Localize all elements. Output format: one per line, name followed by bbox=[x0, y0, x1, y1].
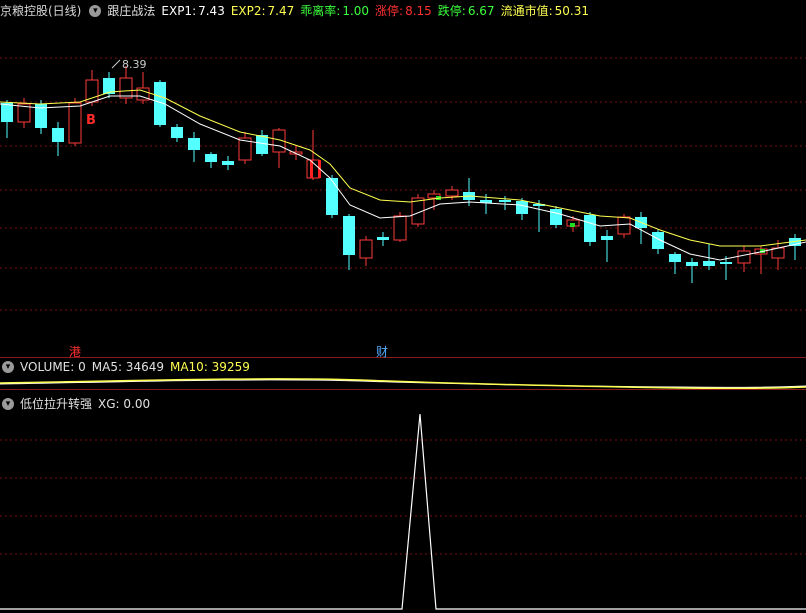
candle[interactable] bbox=[136, 72, 150, 104]
candle-body bbox=[550, 209, 562, 225]
candle-body bbox=[669, 254, 681, 262]
candle-body bbox=[205, 154, 217, 162]
candle-body bbox=[171, 127, 183, 138]
signal-header: ▾ 低位拉升转强 XG: 0.00 bbox=[0, 395, 156, 413]
candle[interactable] bbox=[737, 246, 751, 272]
xg-signal-line bbox=[0, 413, 806, 610]
volume-ma5-label: MA5: 34649 bbox=[91, 360, 164, 374]
main-header: 京粮控股(日线) ▾ 跟庄战法 EXP1: 7.43 EXP2: 7.47 乖离… bbox=[0, 2, 595, 20]
volume-menu-icon[interactable]: ▾ bbox=[2, 361, 14, 373]
candle[interactable] bbox=[222, 156, 234, 170]
exp2-value: 7.47 bbox=[267, 4, 295, 18]
candle-body bbox=[222, 161, 234, 165]
candle[interactable] bbox=[171, 124, 183, 142]
candle-body bbox=[601, 236, 613, 240]
candle[interactable] bbox=[35, 100, 47, 134]
indicator-name: 跟庄战法 bbox=[107, 4, 156, 18]
exp1-value: 7.43 bbox=[198, 4, 225, 18]
volume-header: ▾ VOLUME: 0 MA5: 34649 MA10: 39259 bbox=[0, 358, 256, 376]
candle-body bbox=[445, 189, 459, 197]
limit-down-value: 6.67 bbox=[467, 4, 495, 18]
stock-title[interactable]: 京粮控股(日线) bbox=[0, 2, 81, 20]
high-price-label: 8.39 bbox=[122, 58, 147, 71]
candle-body bbox=[617, 216, 631, 235]
candle-body bbox=[584, 215, 596, 242]
candle-body bbox=[703, 261, 715, 266]
exp2-label: EXP2: bbox=[230, 4, 266, 18]
candle-body bbox=[720, 262, 732, 264]
candle[interactable] bbox=[377, 232, 389, 246]
candle-body bbox=[256, 135, 268, 154]
bias-value: 1.00 bbox=[342, 4, 370, 18]
candle-body bbox=[343, 216, 355, 255]
candle-body bbox=[516, 201, 528, 214]
limit-down-label: 跌停: bbox=[437, 4, 466, 18]
buy-marker: B bbox=[86, 113, 96, 128]
candle-body bbox=[393, 215, 407, 241]
candle-body bbox=[377, 237, 389, 240]
chart-gridlines bbox=[0, 57, 806, 555]
bias-label: 乖离率: bbox=[300, 4, 341, 18]
candle[interactable] bbox=[343, 214, 355, 270]
high-price-marker: 8.39 bbox=[111, 58, 147, 71]
candle-body bbox=[68, 102, 82, 144]
limit-up-label: 涨停: bbox=[375, 4, 404, 18]
signal-panel-divider bbox=[0, 389, 806, 390]
candle[interactable] bbox=[238, 132, 252, 164]
candle[interactable] bbox=[686, 258, 698, 283]
candle-body bbox=[326, 178, 338, 215]
float-cap-label: 流通市值: bbox=[500, 4, 553, 18]
candle-body bbox=[119, 77, 133, 99]
candle-body bbox=[1, 103, 13, 122]
candle-body bbox=[737, 250, 751, 264]
candle-body bbox=[85, 79, 99, 103]
signal-indicator-name: 低位拉升转强 bbox=[20, 397, 93, 411]
candle[interactable] bbox=[601, 230, 613, 262]
indicator-menu-icon[interactable]: ▾ bbox=[89, 5, 102, 17]
volume-ma10-label: MA10: 39259 bbox=[169, 360, 250, 374]
exp1-label: EXP1: bbox=[161, 4, 197, 18]
candle[interactable] bbox=[411, 194, 425, 227]
candle-body bbox=[188, 138, 200, 150]
candle[interactable] bbox=[584, 212, 596, 246]
candle[interactable] bbox=[652, 230, 664, 254]
candle[interactable] bbox=[188, 132, 200, 162]
float-cap-value: 50.31 bbox=[554, 4, 589, 18]
volume-label: VOLUME: 0 bbox=[20, 360, 86, 374]
candle-body bbox=[359, 239, 373, 259]
candle[interactable] bbox=[52, 122, 64, 156]
finance-tag[interactable]: 财 bbox=[376, 343, 388, 360]
candle[interactable] bbox=[68, 98, 82, 146]
candle-body bbox=[52, 128, 64, 142]
candle[interactable] bbox=[1, 100, 13, 138]
price-chart[interactable]: 8.39 B bbox=[0, 0, 806, 613]
candle[interactable] bbox=[789, 234, 801, 260]
limit-up-value: 8.15 bbox=[405, 4, 432, 18]
candle-body bbox=[499, 200, 511, 202]
candlesticks[interactable] bbox=[1, 66, 801, 283]
candle[interactable] bbox=[205, 152, 217, 168]
signal-menu-icon[interactable]: ▾ bbox=[2, 398, 14, 410]
candle[interactable] bbox=[669, 252, 681, 274]
candle-body bbox=[686, 262, 698, 266]
candle[interactable] bbox=[119, 66, 133, 104]
xg-value: XG: 0.00 bbox=[98, 397, 151, 411]
signal-dot bbox=[570, 223, 575, 227]
candle[interactable] bbox=[550, 206, 562, 228]
candle[interactable] bbox=[359, 236, 373, 266]
